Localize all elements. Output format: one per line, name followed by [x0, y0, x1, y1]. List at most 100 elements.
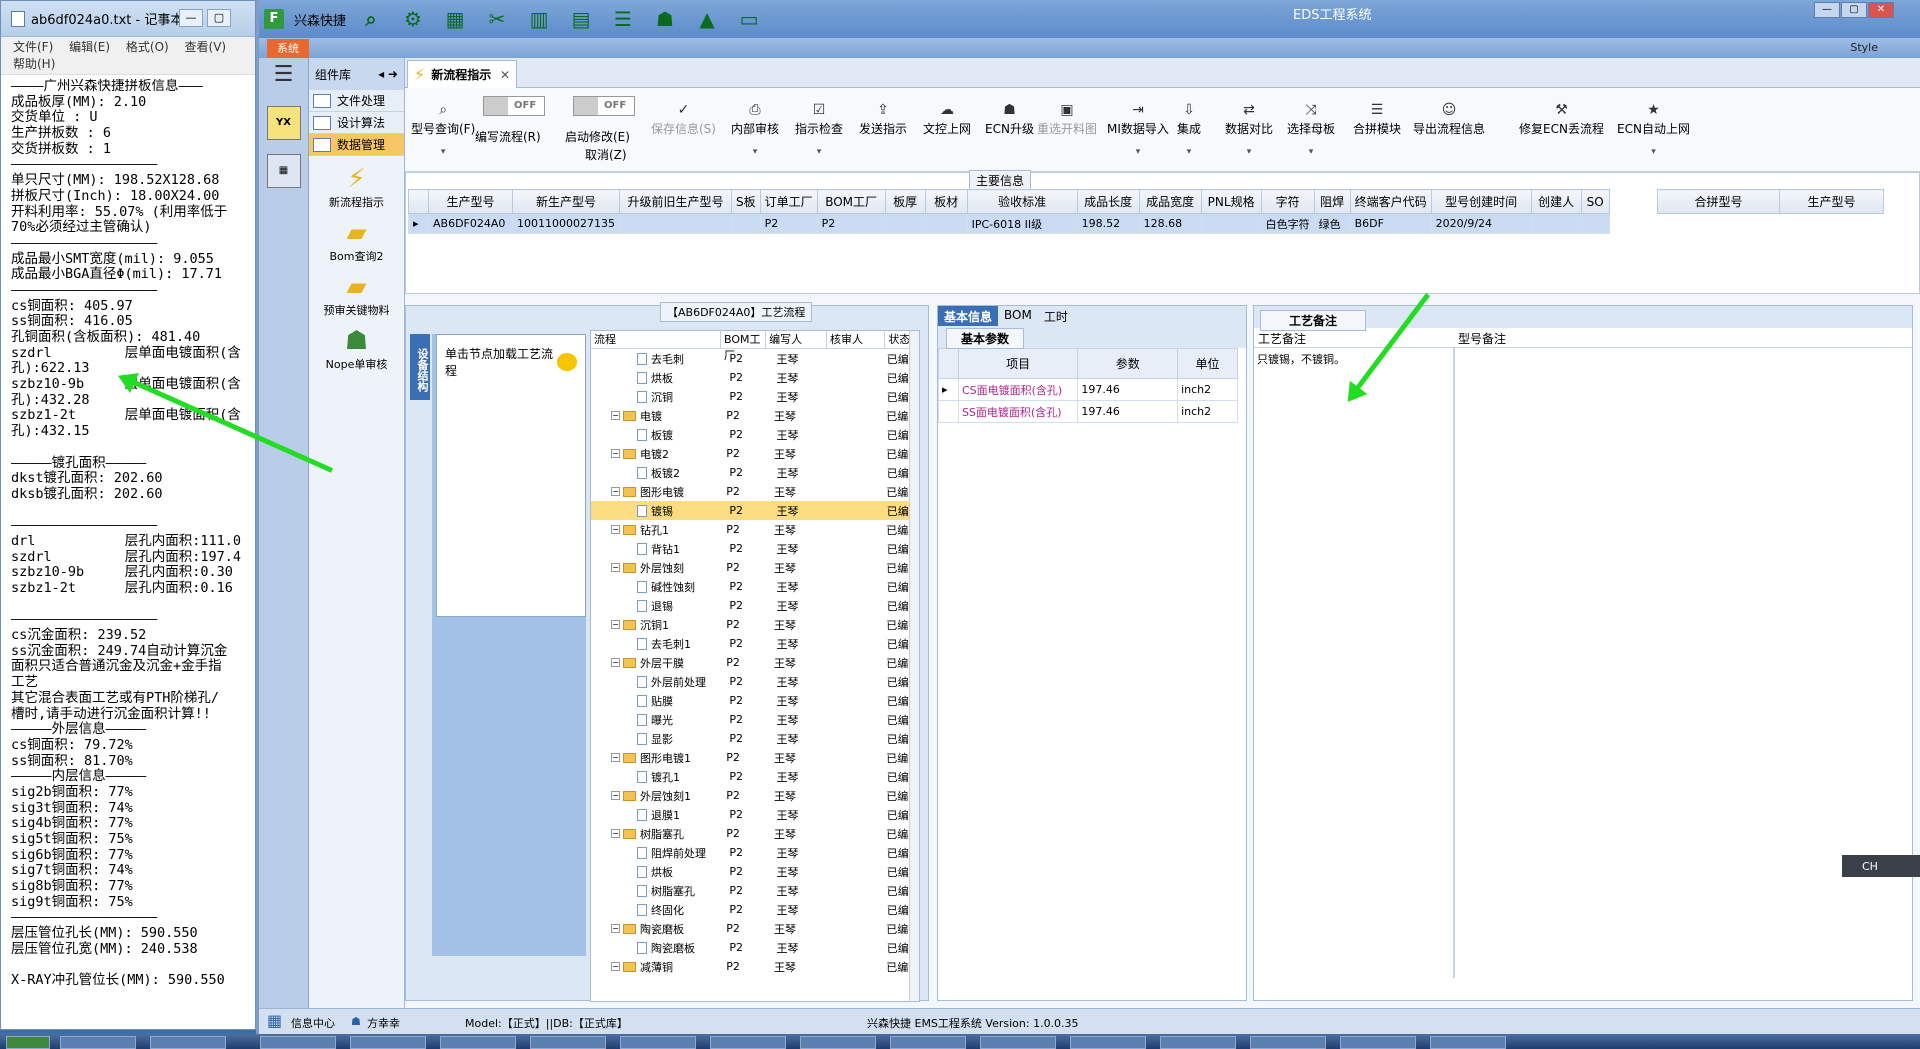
- minimize-button[interactable]: —: [179, 9, 203, 27]
- list-icon[interactable]: ☰: [610, 7, 636, 31]
- collapse-icon[interactable]: −: [611, 563, 620, 572]
- tree-row[interactable]: − 电镀 P2 王琴 已编写: [591, 406, 919, 425]
- table-row[interactable]: SS面电镀面积(含孔) 197.46 inch2: [938, 400, 1238, 423]
- collapse-icon[interactable]: −: [611, 411, 620, 420]
- export-flow-button[interactable]: ☺ 导出流程信息: [1413, 102, 1485, 137]
- calculator-icon[interactable]: ▦: [266, 154, 301, 188]
- app-maximize-button[interactable]: ▢: [1841, 2, 1867, 18]
- taskbar-item[interactable]: [1340, 1036, 1416, 1049]
- search-icon[interactable]: ⌕: [358, 7, 384, 31]
- model-query-button[interactable]: ⌕ 型号查询(F) ▾: [411, 102, 475, 157]
- instruction-check-button[interactable]: ☑ 指示检查 ▾: [795, 102, 843, 157]
- internal-review-button[interactable]: ⎙ 内部审核 ▾: [731, 102, 779, 157]
- taskbar-item[interactable]: [1160, 1036, 1236, 1049]
- maximize-button[interactable]: ▢: [207, 9, 231, 27]
- col-header[interactable]: 字符: [1260, 189, 1315, 214]
- edit-flow-toggle[interactable]: OFF: [483, 96, 545, 116]
- new-flow-shortcut[interactable]: ⚡ 新流程指示: [309, 164, 404, 210]
- tree-row[interactable]: − 钻孔1 P2 王琴 已编写: [591, 520, 919, 539]
- monitor-icon[interactable]: ▭: [736, 7, 762, 31]
- collapse-icon[interactable]: −: [611, 791, 620, 800]
- process-memo-text[interactable]: 只镀锡，不镀铜。: [1254, 348, 1454, 978]
- equipment-structure-tab[interactable]: 设备结构: [410, 334, 430, 400]
- col-header[interactable]: 板厚: [884, 189, 926, 214]
- comp-data-management[interactable]: 数据管理: [309, 134, 404, 156]
- tree-row[interactable]: − 外层蚀刻1 P2 王琴 已编写: [591, 786, 919, 805]
- table-row[interactable]: ▸ CS面电镀面积(含孔) 197.46 inch2: [938, 378, 1238, 401]
- taskbar-item[interactable]: [1070, 1036, 1146, 1049]
- tree-row[interactable]: − 外层干膜 P2 王琴 已编写: [591, 653, 919, 672]
- tree-row[interactable]: 烘板 P2 王琴 已编写: [591, 862, 919, 881]
- hamburger-menu-icon[interactable]: ☰: [264, 62, 304, 92]
- tab-new-flow[interactable]: ⚡ 新流程指示 ✕: [407, 60, 517, 88]
- taskbar-item[interactable]: [1250, 1036, 1326, 1049]
- scissors-icon[interactable]: ✂: [484, 7, 510, 31]
- cancel-button[interactable]: 取消(Z): [585, 146, 627, 163]
- tree-row[interactable]: 板镀2 P2 王琴 已编写: [591, 463, 919, 482]
- tree-row[interactable]: 去毛刺1 P2 王琴 已编写: [591, 634, 919, 653]
- param-value[interactable]: 197.46: [1077, 378, 1179, 401]
- start-modify-toggle[interactable]: OFF: [573, 96, 635, 116]
- tree-row[interactable]: 板镀 P2 王琴 已编写: [591, 425, 919, 444]
- reselect-cutting-button[interactable]: ▣ 重选开料图: [1037, 102, 1097, 137]
- taskbar-item[interactable]: [150, 1036, 226, 1049]
- taskbar-item[interactable]: [440, 1036, 516, 1049]
- taskbar-item[interactable]: [800, 1036, 876, 1049]
- tab-hours[interactable]: 工时: [1038, 306, 1074, 326]
- style-menu[interactable]: Style: [1850, 41, 1878, 54]
- collapse-icon[interactable]: −: [611, 449, 620, 458]
- tab-basic-params[interactable]: 基本参数: [946, 328, 1025, 349]
- taskbar-item[interactable]: [620, 1036, 696, 1049]
- col-header[interactable]: 终端客户代码: [1349, 189, 1432, 214]
- tree-row[interactable]: 树脂塞孔 P2 王琴 已编写: [591, 881, 919, 900]
- collapse-icon[interactable]: −: [611, 620, 620, 629]
- user-icon[interactable]: ☗: [652, 7, 678, 31]
- tree-row[interactable]: 外层前处理 P2 王琴 已编写: [591, 672, 919, 691]
- send-instruction-button[interactable]: ⇪ 发送指示: [859, 102, 907, 137]
- tree-row[interactable]: − 电镀2 P2 王琴 已编写: [591, 444, 919, 463]
- menu-edit[interactable]: 编辑(E): [69, 40, 110, 54]
- col-header[interactable]: 订单工厂: [759, 189, 818, 214]
- doc-control-online-button[interactable]: ☁ 文控上网: [923, 102, 971, 137]
- taskbar-item[interactable]: [890, 1036, 966, 1049]
- taskbar-item[interactable]: [980, 1036, 1056, 1049]
- chart-icon[interactable]: ▲: [694, 7, 720, 31]
- tree-row[interactable]: − 图形电镀 P2 王琴 已编写: [591, 482, 919, 501]
- data-compare-button[interactable]: ⇄ 数据对比 ▾: [1225, 102, 1273, 157]
- tab-basic-info[interactable]: 基本信息: [938, 306, 999, 326]
- collapse-icon[interactable]: −: [611, 487, 620, 496]
- repair-ecn-button[interactable]: ⚒ 修复ECN丢流程: [1519, 102, 1604, 137]
- col-header[interactable]: 新生产型号: [512, 189, 620, 214]
- tree-row[interactable]: 烘板 P2 王琴 已编写: [591, 368, 919, 387]
- table-row[interactable]: ▸ AB6DF024A0 10011000027135 P2 P2 IPC-6018 II…: [408, 213, 1610, 234]
- clipboard-icon[interactable]: ▤: [568, 7, 594, 31]
- tree-row[interactable]: 去毛刺 P2 王琴 已编写: [591, 349, 919, 368]
- tree-row[interactable]: 碱性蚀刻 P2 王琴 已编写: [591, 577, 919, 596]
- collapse-icon[interactable]: −: [611, 753, 620, 762]
- tree-row[interactable]: 退膜1 P2 王琴 已编写: [591, 805, 919, 824]
- tree-row[interactable]: 曝光 P2 王琴 已编写: [591, 710, 919, 729]
- tree-row[interactable]: 镀锡 P2 王琴 已编写: [591, 501, 919, 520]
- col-header[interactable]: 阻焊: [1313, 189, 1351, 214]
- col-header[interactable]: BOM工厂: [816, 189, 886, 214]
- close-icon[interactable]: ✕: [500, 68, 510, 82]
- col-header[interactable]: 成品宽度: [1138, 189, 1202, 214]
- yx-module-icon[interactable]: YX: [266, 106, 301, 140]
- col-bom[interactable]: BOM工厂: [721, 331, 767, 362]
- collapse-icon[interactable]: −: [611, 962, 620, 971]
- info-center-label[interactable]: 信息中心: [291, 1015, 335, 1031]
- mi-import-button[interactable]: ⇥ MI数据导入 ▾: [1107, 102, 1169, 157]
- collapse-icon[interactable]: −: [611, 658, 620, 667]
- app-minimize-button[interactable]: —: [1814, 2, 1840, 18]
- tab-bom[interactable]: BOM: [998, 306, 1038, 326]
- tree-row[interactable]: − 减薄铜 P2 王琴 已编写: [591, 957, 919, 976]
- tree-row[interactable]: − 外层蚀刻 P2 王琴 已编写: [591, 558, 919, 577]
- col-header[interactable]: 创建人: [1530, 189, 1582, 214]
- collapse-icon[interactable]: −: [611, 525, 620, 534]
- tree-row[interactable]: 显影 P2 王琴 已编写: [591, 729, 919, 748]
- merge-module-button[interactable]: ☰ 合拼模块: [1353, 102, 1401, 137]
- tree-row[interactable]: − 图形电镀1 P2 王琴 已编写: [591, 748, 919, 767]
- start-button[interactable]: [6, 1036, 50, 1049]
- col-header[interactable]: PNL规格: [1200, 189, 1262, 214]
- app-close-button[interactable]: ✕: [1868, 2, 1894, 18]
